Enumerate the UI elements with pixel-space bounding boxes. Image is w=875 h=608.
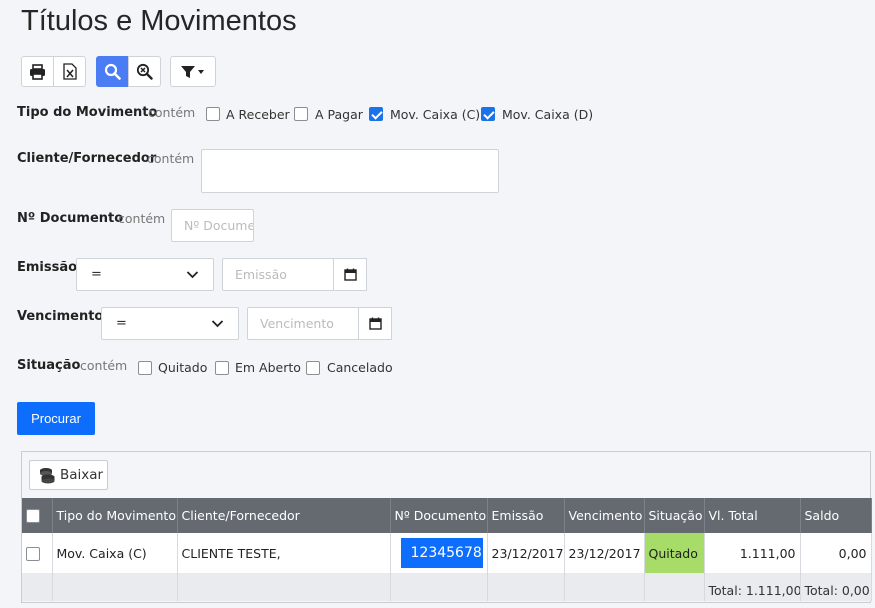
cell-vencimento: 23/12/2017 <box>564 533 645 573</box>
checkbox-mov-caixa-c[interactable] <box>369 107 383 121</box>
coins-icon <box>40 467 55 483</box>
label-quitado: Quitado <box>158 360 208 375</box>
cliente-fornecedor-label: Cliente/Fornecedor <box>17 151 157 166</box>
print-button[interactable] <box>21 56 54 87</box>
select-all-checkbox[interactable] <box>26 509 40 524</box>
cell-emissao: 23/12/2017 <box>487 533 565 573</box>
checkbox-em-aberto[interactable] <box>215 361 229 375</box>
cell-total: 1.111,00 <box>704 533 801 573</box>
table-header-row: Tipo do Movimento Cliente/Fornecedor Nº … <box>22 498 872 533</box>
chevron-down-icon <box>186 271 199 279</box>
documento-operator: contém <box>118 211 166 226</box>
row-select-cell[interactable] <box>22 533 53 573</box>
checkbox-quitado[interactable] <box>138 361 152 375</box>
column-header-situacao[interactable]: Situação <box>644 498 705 533</box>
column-header-saldo[interactable]: Saldo <box>800 498 872 533</box>
documento-link-button[interactable]: 12345678 <box>400 538 483 568</box>
checkbox-mov-caixa-d[interactable] <box>481 107 495 121</box>
cell-tipo: Mov. Caixa (C) <box>52 533 178 573</box>
filter-dropdown-button[interactable] <box>170 56 216 87</box>
calendar-icon <box>368 317 382 330</box>
results-panel: Baixar Tipo do Movimento Cliente/Fornece… <box>21 451 872 603</box>
baixar-label: Baixar <box>60 467 104 483</box>
cliente-fornecedor-input[interactable] <box>201 149 499 193</box>
column-header-total[interactable]: Vl. Total <box>704 498 801 533</box>
documento-input[interactable]: Nº Documento <box>171 209 254 242</box>
chevron-down-icon <box>211 320 224 328</box>
table-row[interactable]: Mov. Caixa (C) CLIENTE TESTE, 12345678 2… <box>22 533 872 573</box>
results-table: Tipo do Movimento Cliente/Fornecedor Nº … <box>22 498 872 601</box>
cell-documento: 12345678 <box>390 533 488 573</box>
column-header-documento[interactable]: Nº Documento <box>390 498 488 533</box>
cell-saldo: 0,00 <box>800 533 872 573</box>
vencimento-input[interactable]: Vencimento <box>247 307 359 340</box>
excel-icon <box>62 63 77 80</box>
export-excel-button[interactable] <box>53 56 86 87</box>
footer-saldo: Total: 0,00 <box>800 573 872 601</box>
clear-search-button[interactable] <box>128 56 161 87</box>
checkbox-a-receber[interactable] <box>206 107 220 121</box>
print-icon <box>30 63 45 80</box>
documento-label: Nº Documento <box>17 211 124 226</box>
vencimento-operator-value: = <box>116 316 127 331</box>
table-footer-row: Total: 1.111,00 Total: 0,00 <box>22 573 872 601</box>
emissao-operator-select[interactable]: = <box>76 258 214 291</box>
search-icon <box>104 63 121 80</box>
label-em-aberto: Em Aberto <box>235 360 301 375</box>
cell-situacao-badge: Quitado <box>644 533 705 573</box>
emissao-label: Emissão <box>17 260 78 275</box>
baixar-button[interactable]: Baixar <box>29 460 108 490</box>
label-cancelado: Cancelado <box>327 360 393 375</box>
column-header-cliente[interactable]: Cliente/Fornecedor <box>177 498 391 533</box>
label-mov-caixa-d: Mov. Caixa (D) <box>502 107 594 122</box>
vencimento-operator-select[interactable]: = <box>101 307 239 340</box>
select-all-cell[interactable] <box>22 498 53 533</box>
label-mov-caixa-c: Mov. Caixa (C) <box>390 107 481 122</box>
clear-search-icon <box>136 63 153 80</box>
emissao-input[interactable]: Emissão <box>222 258 334 291</box>
tipo-movimento-label: Tipo do Movimento <box>17 105 158 120</box>
emissao-operator-value: = <box>91 267 102 282</box>
tipo-movimento-operator: contém <box>148 105 196 120</box>
situacao-operator: contém <box>80 358 128 373</box>
vencimento-label: Vencimento <box>17 309 104 324</box>
label-a-pagar: A Pagar <box>315 107 363 122</box>
cliente-fornecedor-operator: contém <box>147 151 195 166</box>
search-button[interactable] <box>96 56 129 87</box>
footer-total: Total: 1.111,00 <box>704 573 801 601</box>
emissao-calendar-button[interactable] <box>333 258 367 291</box>
column-header-tipo[interactable]: Tipo do Movimento <box>52 498 178 533</box>
checkbox-a-pagar[interactable] <box>294 107 308 121</box>
checkbox-cancelado[interactable] <box>306 361 320 375</box>
filter-icon <box>181 65 204 78</box>
label-a-receber: A Receber <box>226 107 290 122</box>
calendar-icon <box>343 268 357 281</box>
cell-cliente: CLIENTE TESTE, <box>177 533 391 573</box>
procurar-button[interactable]: Procurar <box>17 402 95 435</box>
row-checkbox[interactable] <box>26 546 40 561</box>
vencimento-calendar-button[interactable] <box>358 307 392 340</box>
situacao-label: Situação <box>17 358 81 373</box>
page-title: Títulos e Movimentos <box>21 5 297 37</box>
column-header-emissao[interactable]: Emissão <box>487 498 565 533</box>
column-header-vencimento[interactable]: Vencimento <box>564 498 645 533</box>
